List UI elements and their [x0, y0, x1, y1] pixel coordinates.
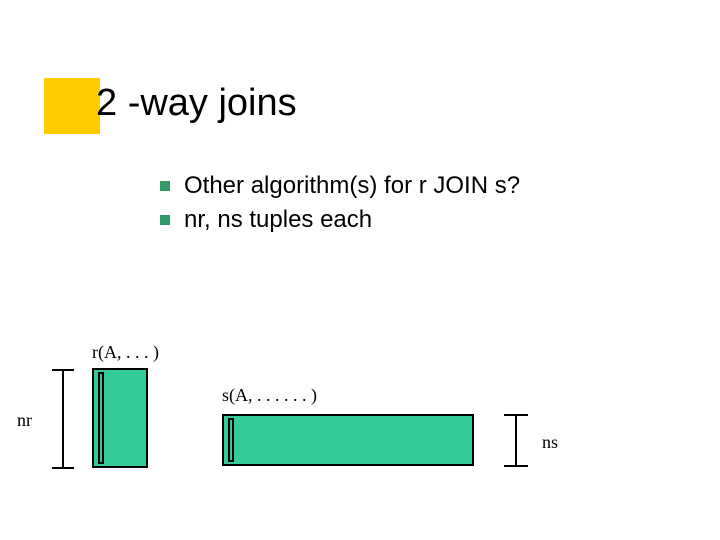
bullet-list: Other algorithm(s) for r JOIN s? nr, ns … — [160, 172, 520, 240]
r-bracket-bottom — [52, 467, 74, 469]
bullet-text: nr, ns tuples each — [184, 206, 372, 234]
bullet-text: Other algorithm(s) for r JOIN s? — [184, 172, 520, 200]
bullet-marker-icon — [160, 181, 170, 191]
s-relation-box — [222, 414, 474, 466]
accent-square — [44, 78, 100, 134]
bullet-marker-icon — [160, 215, 170, 225]
bullet-item: nr, ns tuples each — [160, 206, 520, 234]
ns-size-label: ns — [542, 432, 558, 453]
r-relation-column — [98, 372, 104, 464]
s-relation-label: s(A, . . . . . . ) — [222, 385, 317, 406]
ns-bracket-line — [515, 414, 517, 465]
slide-title: 2 -way joins — [96, 82, 297, 125]
r-relation-label: r(A, . . . ) — [92, 342, 159, 363]
bullet-item: Other algorithm(s) for r JOIN s? — [160, 172, 520, 200]
r-bracket-line — [62, 369, 64, 467]
ns-bracket-bottom — [504, 465, 528, 467]
nr-size-label: nr — [17, 410, 32, 431]
s-relation-column — [228, 418, 234, 462]
